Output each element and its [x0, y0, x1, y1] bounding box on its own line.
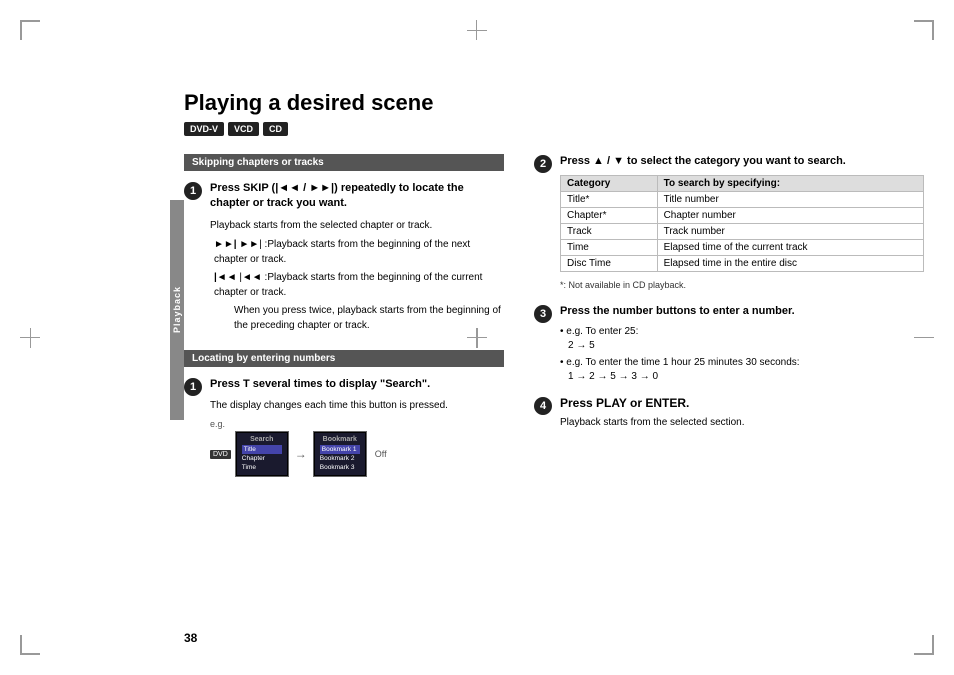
crosshair-top-v — [476, 20, 477, 40]
step3-s3-number: 3 — [534, 305, 552, 323]
step1-desc1: Playback starts from the selected chapte… — [210, 218, 504, 233]
step3-s2-content: Press ▲ / ▼ to select the category you w… — [560, 154, 924, 290]
bookmark-title: Bookmark — [320, 436, 360, 443]
bookmark-panel: Bookmark Bookmark 1 Bookmark 2 Bookmark … — [315, 433, 365, 475]
table-note: *: Not available in CD playback. — [560, 280, 924, 290]
time-item: Time — [242, 463, 282, 472]
display-mockup: e.g. DVD Search Title Chapter Time — [210, 419, 504, 477]
table-row: Track Track number — [561, 224, 924, 240]
section1-header: Skipping chapters or tracks — [184, 154, 504, 171]
screen-eg-label: e.g. — [210, 419, 225, 429]
main-content: Playing a desired scene DVD-V VCD CD Ski… — [184, 90, 924, 487]
title-item: Title — [242, 445, 282, 454]
cat-time: Time — [561, 240, 658, 256]
step3-s3-title: Press the number buttons to enter a numb… — [560, 304, 924, 319]
crosshair-top-h — [467, 30, 487, 31]
badge-cd: CD — [263, 122, 288, 136]
section2-header: Locating by entering numbers — [184, 350, 504, 367]
step3-s4-desc: Playback starts from the selected sectio… — [560, 415, 924, 430]
cat-chapter: Chapter* — [561, 208, 658, 224]
corner-mark-tr — [914, 20, 934, 40]
corner-mark-tl — [20, 20, 40, 40]
step3-s2-title: Press ▲ / ▼ to select the category you w… — [560, 154, 924, 169]
step1-desc3: |◄◄ |◄◄ :Playback starts from the beginn… — [210, 270, 504, 300]
table-header-category: Category — [561, 176, 658, 192]
section3-step4: 4 Press PLAY or ENTER. Playback starts f… — [534, 396, 924, 434]
screen-panel-1: Search Title Chapter Time — [235, 431, 289, 477]
cat-disctime-desc: Elapsed time in the entire disc — [657, 256, 923, 272]
step1-title: Press SKIP (|◄◄ / ►►|) repeatedly to loc… — [210, 181, 504, 212]
section3-step3: 3 Press the number buttons to enter a nu… — [534, 304, 924, 381]
display-screen: DVD Search Title Chapter Time — [210, 431, 504, 477]
step2-s1-desc: The display changes each time this butto… — [210, 398, 504, 413]
step3-s2-number: 2 — [534, 155, 552, 173]
left-column: Skipping chapters or tracks 1 Press SKIP… — [184, 154, 504, 487]
dvd-icon: DVD — [210, 450, 231, 459]
section1-step1: 1 Press SKIP (|◄◄ / ►►|) repeatedly to l… — [184, 181, 504, 336]
sidebar-tab: Playback — [170, 200, 184, 420]
corner-mark-bl — [20, 635, 40, 655]
eg2-seq: 1 → 2 → 5 → 3 → 0 — [568, 371, 924, 382]
step3-s4-content: Press PLAY or ENTER. Playback starts fro… — [560, 396, 924, 434]
page-title: Playing a desired scene — [184, 90, 924, 116]
table-row: Time Elapsed time of the current track — [561, 240, 924, 256]
cat-title: Title* — [561, 192, 658, 208]
search-title: Search — [242, 436, 282, 443]
step1-number: 1 — [184, 182, 202, 200]
corner-mark-br — [914, 635, 934, 655]
arrow-connector: → — [295, 447, 307, 461]
section3-step2: 2 Press ▲ / ▼ to select the category you… — [534, 154, 924, 290]
category-table: Category To search by specifying: Title*… — [560, 175, 924, 272]
badge-dvdv: DVD-V — [184, 122, 224, 136]
step3-s4-number: 4 — [534, 397, 552, 415]
cat-track: Track — [561, 224, 658, 240]
cat-time-desc: Elapsed time of the current track — [657, 240, 923, 256]
table-row: Title* Title number — [561, 192, 924, 208]
cat-chapter-desc: Chapter number — [657, 208, 923, 224]
right-column: 2 Press ▲ / ▼ to select the category you… — [534, 154, 924, 487]
crosshair-left-v — [30, 328, 31, 348]
sidebar-label: Playback — [172, 286, 182, 333]
search-panel: Search Title Chapter Time — [237, 433, 287, 475]
step1-content: Press SKIP (|◄◄ / ►►|) repeatedly to loc… — [210, 181, 504, 336]
step3-s4-title: Press PLAY or ENTER. — [560, 396, 924, 410]
table-row: Chapter* Chapter number — [561, 208, 924, 224]
step2-s1-number: 1 — [184, 378, 202, 396]
bookmark1-item: Bookmark 1 — [320, 445, 360, 454]
cat-track-desc: Track number — [657, 224, 923, 240]
page-number: 38 — [184, 631, 197, 645]
cat-disctime: Disc Time — [561, 256, 658, 272]
section2-step1: 1 Press T several times to display "Sear… — [184, 377, 504, 478]
bookmark2-item: Bookmark 2 — [320, 454, 360, 463]
eg1-label: • e.g. To enter 25: — [560, 326, 924, 337]
two-column-layout: Skipping chapters or tracks 1 Press SKIP… — [184, 154, 924, 487]
screen-panel-2: Bookmark Bookmark 1 Bookmark 2 Bookmark … — [313, 431, 367, 477]
format-badges: DVD-V VCD CD — [184, 122, 924, 136]
off-label: Off — [375, 449, 387, 459]
cat-title-desc: Title number — [657, 192, 923, 208]
table-row: Disc Time Elapsed time in the entire dis… — [561, 256, 924, 272]
table-header-search: To search by specifying: — [657, 176, 923, 192]
step1-desc4: When you press twice, playback starts fr… — [230, 303, 504, 333]
eg1-seq: 2 → 5 — [568, 340, 924, 351]
bookmark3-item: Bookmark 3 — [320, 463, 360, 472]
step2-s1-title: Press T several times to display "Search… — [210, 377, 504, 392]
chapter-item: Chapter — [242, 454, 282, 463]
eg2-label: • e.g. To enter the time 1 hour 25 minut… — [560, 357, 924, 368]
step2-s1-content: Press T several times to display "Search… — [210, 377, 504, 478]
step1-desc2: ►►| ►►| :Playback starts from the beginn… — [210, 237, 504, 267]
badge-vcd: VCD — [228, 122, 259, 136]
step3-s3-content: Press the number buttons to enter a numb… — [560, 304, 924, 381]
